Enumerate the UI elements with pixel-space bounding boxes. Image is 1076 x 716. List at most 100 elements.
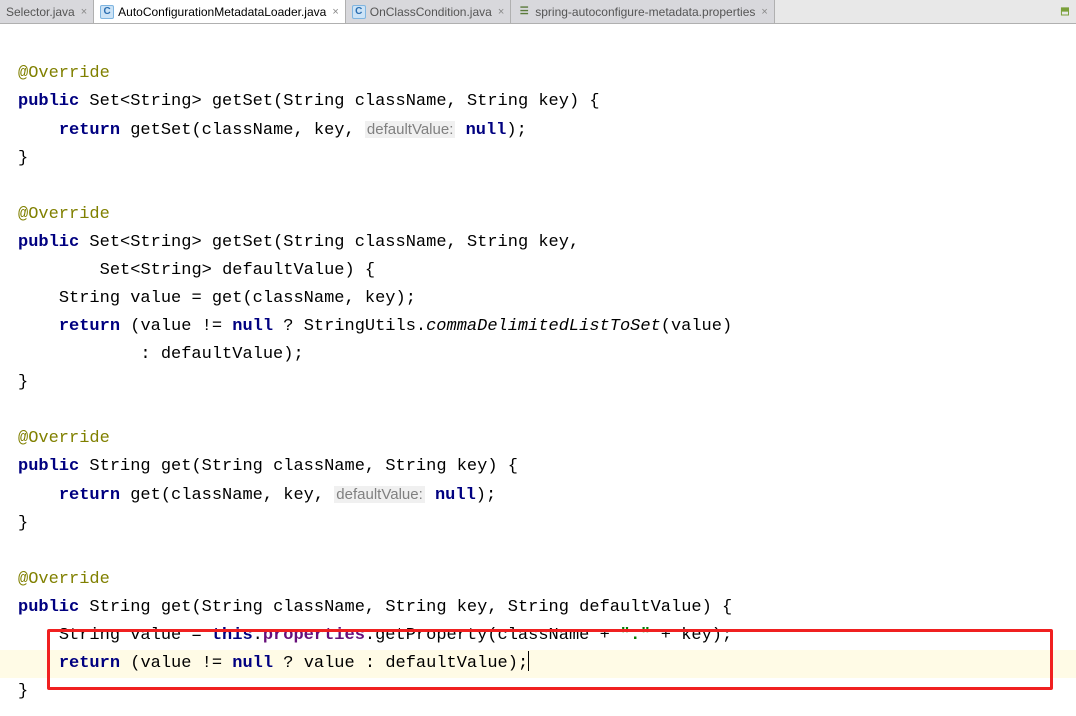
keyword-this: this xyxy=(212,626,253,645)
type: String xyxy=(140,261,201,280)
tab-selector-java[interactable]: Selector.java × xyxy=(0,0,94,23)
punct: { xyxy=(722,598,732,617)
punct: , xyxy=(447,92,457,111)
type: String xyxy=(89,598,150,617)
method-name: getSet xyxy=(212,233,273,252)
param: key xyxy=(457,598,488,617)
punct: } xyxy=(18,373,28,392)
ident: className xyxy=(253,289,345,308)
type: String xyxy=(467,92,528,111)
op: ? xyxy=(283,654,293,673)
type: Set xyxy=(100,261,131,280)
punct: ( xyxy=(130,654,140,673)
java-class-icon: C xyxy=(352,5,366,19)
punct: > xyxy=(191,92,201,111)
punct: ; xyxy=(722,626,732,645)
punct: ) xyxy=(506,121,516,140)
ident: value xyxy=(130,289,181,308)
op: : xyxy=(365,654,375,673)
punct: ) xyxy=(476,486,486,505)
keyword-return: return xyxy=(59,121,120,140)
ident: value xyxy=(304,654,355,673)
param: key xyxy=(538,233,569,252)
punct: ( xyxy=(242,289,252,308)
ident: value xyxy=(130,626,181,645)
close-icon[interactable]: × xyxy=(332,6,338,18)
overflow-file-icon: ⬒ xyxy=(1058,5,1072,19)
op: ? xyxy=(283,317,293,336)
punct: ) xyxy=(569,92,579,111)
punct: ( xyxy=(130,317,140,336)
punct: ( xyxy=(661,317,671,336)
tab-autoconfigurationmetadataloader-java[interactable]: C AutoConfigurationMetadataLoader.java × xyxy=(94,0,346,23)
field: properties xyxy=(263,626,365,645)
type: String xyxy=(467,233,528,252)
punct: ( xyxy=(191,121,201,140)
type: Set xyxy=(89,233,120,252)
keyword-public: public xyxy=(18,457,79,476)
punct: . xyxy=(365,626,375,645)
punct: ( xyxy=(191,598,201,617)
type: String xyxy=(385,457,446,476)
ident: key xyxy=(681,626,712,645)
keyword-public: public xyxy=(18,598,79,617)
punct: , xyxy=(487,598,497,617)
tab-label: AutoConfigurationMetadataLoader.java xyxy=(118,5,326,19)
code-editor[interactable]: @Override public Set<String> getSet(Stri… xyxy=(0,24,1076,716)
close-icon[interactable]: × xyxy=(761,6,767,18)
punct: } xyxy=(18,682,28,701)
tab-bar-overflow: ⬒ xyxy=(775,0,1076,23)
punct: . xyxy=(253,626,263,645)
parameter-hint: defaultValue: xyxy=(365,121,455,138)
annotation: @Override xyxy=(18,570,110,589)
punct: { xyxy=(589,92,599,111)
close-icon[interactable]: × xyxy=(81,6,87,18)
ident: className xyxy=(202,121,294,140)
punct: ( xyxy=(273,233,283,252)
keyword-null: null xyxy=(435,486,476,505)
punct: , xyxy=(345,121,355,140)
op: != xyxy=(202,317,222,336)
type: StringUtils xyxy=(304,317,416,336)
type: String xyxy=(202,598,263,617)
param: className xyxy=(355,92,447,111)
tab-spring-autoconfigure-metadata-properties[interactable]: ☰ spring-autoconfigure-metadata.properti… xyxy=(511,0,775,23)
tab-onclasscondition-java[interactable]: C OnClassCondition.java × xyxy=(346,0,512,23)
param: key xyxy=(457,457,488,476)
punct: { xyxy=(365,261,375,280)
keyword-return: return xyxy=(59,654,120,673)
text-caret xyxy=(528,651,529,671)
close-icon[interactable]: × xyxy=(498,6,504,18)
keyword-null: null xyxy=(232,654,273,673)
keyword-return: return xyxy=(59,317,120,336)
type: String xyxy=(59,289,120,308)
punct: ) xyxy=(508,654,518,673)
param: className xyxy=(273,457,365,476)
punct: < xyxy=(120,92,130,111)
type: String xyxy=(130,92,191,111)
punct: ( xyxy=(161,486,171,505)
punct: ) xyxy=(344,261,354,280)
type: String xyxy=(130,233,191,252)
op: + xyxy=(661,626,671,645)
punct: < xyxy=(130,261,140,280)
op: = xyxy=(191,626,201,645)
punct: ( xyxy=(273,92,283,111)
method-call: get xyxy=(130,486,161,505)
punct: ( xyxy=(487,626,497,645)
param: key xyxy=(538,92,569,111)
tab-bar: Selector.java × C AutoConfigurationMetad… xyxy=(0,0,1076,24)
punct: , xyxy=(447,233,457,252)
method-name: get xyxy=(161,457,192,476)
ident: value xyxy=(140,654,191,673)
annotation: @Override xyxy=(18,205,110,224)
punct: ) xyxy=(283,345,293,364)
op: != xyxy=(202,654,222,673)
punct: ; xyxy=(406,289,416,308)
tab-label: OnClassCondition.java xyxy=(370,5,492,19)
method-call: get xyxy=(212,289,243,308)
param: defaultValue xyxy=(222,261,344,280)
param: className xyxy=(355,233,447,252)
type: String xyxy=(283,233,344,252)
ident: defaultValue xyxy=(161,345,283,364)
